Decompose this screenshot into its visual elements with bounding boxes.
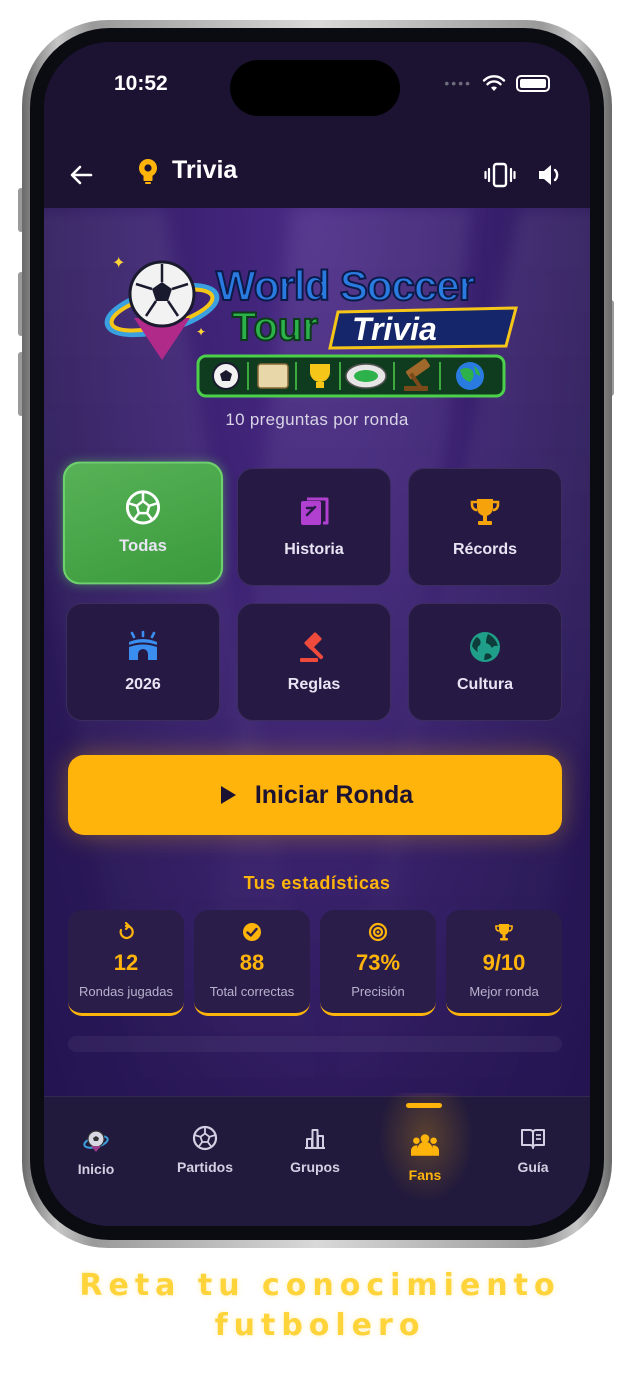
tab-label: Fans: [408, 1167, 442, 1183]
trophy-icon: [470, 499, 500, 525]
promo-tagline: Reta tu conocimiento futbolero: [0, 1266, 640, 1346]
category-label: Cultura: [457, 676, 513, 693]
stat-label: Precisión: [351, 984, 405, 999]
tab-label: Inicio: [77, 1161, 115, 1177]
tab-partidos[interactable]: Partidos: [157, 1125, 253, 1175]
volume-button[interactable]: [536, 160, 564, 190]
phone-frame: 10:52 •••• Trivia ✦ ✦ World Soccer Tour …: [22, 20, 612, 1248]
signal-dots-icon: ••••: [444, 75, 472, 91]
logo-line-3: Trivia: [352, 311, 437, 347]
soccer-ball-icon: [125, 490, 161, 525]
bar-chart-icon: [305, 1129, 325, 1149]
target-icon: [368, 922, 388, 942]
active-tab-indicator: [406, 1103, 442, 1108]
status-time: 10:52: [114, 72, 168, 95]
category-records[interactable]: Récords: [408, 468, 562, 586]
play-icon: [220, 786, 236, 804]
logo-line-1: World Soccer: [216, 262, 475, 309]
back-button[interactable]: [66, 160, 96, 190]
stats-row: 12 Rondas jugadas 88 Total correctas 73%…: [68, 910, 562, 1016]
vibrate-button[interactable]: [484, 160, 516, 190]
status-icons: ••••: [444, 74, 550, 92]
page-title: Trivia: [172, 156, 238, 184]
category-label: Reglas: [287, 676, 341, 693]
world-soccer-tour-trivia-logo: ✦ ✦ World Soccer Tour Trivia: [104, 253, 518, 398]
stat-value: 73%: [355, 950, 401, 975]
people-icon: [411, 1134, 439, 1156]
logo-line-2: Tour: [232, 305, 318, 349]
globe-icon: [470, 632, 500, 662]
tagline-line-2: futbolero: [214, 1308, 426, 1343]
stat-best-round: 9/10 Mejor ronda: [446, 910, 562, 1016]
battery-icon: [516, 74, 550, 92]
soccer-ball-icon: [192, 1125, 218, 1151]
history-icon: [301, 497, 329, 525]
category-reglas[interactable]: Reglas: [237, 603, 391, 721]
book-icon: [521, 1129, 545, 1149]
tab-grupos[interactable]: Grupos: [267, 1125, 363, 1175]
category-label: 2026: [125, 676, 161, 693]
wifi-icon: [482, 75, 506, 91]
app-screen: 10:52 •••• Trivia ✦ ✦ World Soccer Tour …: [44, 42, 590, 1226]
tab-label: Guía: [517, 1159, 549, 1175]
category-grid: Todas Historia Récords 2026 Reglas Cultu…: [62, 461, 562, 721]
phone-bezel: 10:52 •••• Trivia ✦ ✦ World Soccer Tour …: [30, 28, 604, 1240]
tagline-line-1: Reta tu conocimiento: [79, 1268, 561, 1303]
tab-guia[interactable]: Guía: [485, 1125, 581, 1175]
stat-value: 9/10: [482, 950, 526, 975]
category-cultura[interactable]: Cultura: [408, 603, 562, 721]
tab-label: Grupos: [290, 1159, 340, 1175]
replay-icon: [119, 922, 134, 940]
svg-text:✦: ✦: [196, 325, 206, 339]
stat-label: Total correctas: [209, 984, 295, 999]
trivia-content: ✦ ✦ World Soccer Tour Trivia 10 pregunta…: [44, 208, 590, 1118]
stat-label: Mejor ronda: [469, 984, 539, 999]
tab-label: Partidos: [176, 1159, 233, 1175]
stat-total-correct: 88 Total correctas: [194, 910, 310, 1016]
category-label: Historia: [284, 541, 344, 558]
dynamic-island: [230, 60, 400, 116]
stat-label: Rondas jugadas: [79, 984, 173, 999]
stat-precision: 73% Precisión: [320, 910, 436, 1016]
gavel-icon: [300, 632, 324, 662]
stats-title: Tus estadísticas: [243, 873, 391, 893]
tab-inicio[interactable]: Inicio: [48, 1127, 144, 1177]
start-round-label: Iniciar Ronda: [254, 780, 414, 809]
stat-value: 12: [113, 950, 139, 975]
round-info: 10 preguntas por ronda: [225, 410, 409, 429]
category-label: Todas: [119, 537, 167, 556]
header-title-group: Trivia: [136, 156, 237, 185]
category-historia[interactable]: Historia: [237, 468, 391, 586]
lightbulb-icon: [139, 158, 157, 184]
stadium-icon: [128, 630, 158, 660]
svg-text:✦: ✦: [112, 253, 125, 272]
tab-fans[interactable]: Fans: [377, 1131, 473, 1183]
content-placeholder-bar: [68, 1036, 562, 1052]
category-label: Récords: [452, 541, 518, 558]
app-header: Trivia: [44, 142, 590, 208]
stat-rounds-played: 12 Rondas jugadas: [68, 910, 184, 1016]
stat-value: 88: [239, 950, 265, 975]
category-2026[interactable]: 2026: [66, 603, 220, 721]
bottom-tab-bar: Inicio Partidos Grupos Fans Guía: [44, 1093, 590, 1226]
home-logo-icon: [83, 1130, 109, 1152]
start-round-button[interactable]: Iniciar Ronda: [68, 755, 562, 835]
trophy-icon: [495, 924, 513, 941]
category-todas[interactable]: Todas: [62, 461, 224, 585]
check-circle-icon: [243, 923, 261, 941]
